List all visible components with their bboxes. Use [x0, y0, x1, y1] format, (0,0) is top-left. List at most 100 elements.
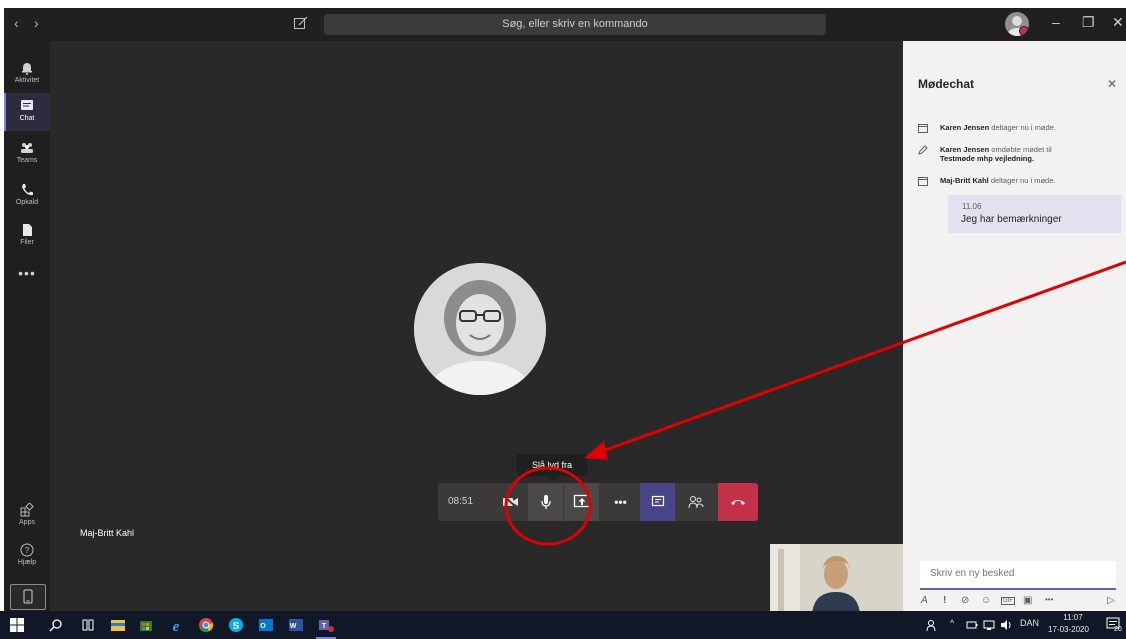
bell-icon	[22, 63, 32, 75]
chat-message[interactable]: 11.06 Jeg har bemærkninger	[948, 195, 1121, 233]
mute-button[interactable]	[528, 483, 563, 521]
self-video-preview	[770, 544, 903, 611]
participant-photo	[414, 263, 546, 395]
download-mobile-app-button[interactable]	[10, 584, 46, 610]
svg-text:W: W	[290, 623, 297, 630]
profile-avatar[interactable]	[1005, 12, 1029, 36]
network-icon[interactable]	[983, 619, 995, 631]
hang-up-button[interactable]	[718, 483, 758, 521]
search-icon[interactable]	[48, 617, 64, 633]
compose-toolbar: A ! ⊘ ☺ GIF ▣ ••• ▷	[921, 595, 1121, 611]
hang-up-icon	[731, 500, 745, 505]
participant-avatar	[414, 263, 546, 395]
apps-icon	[20, 503, 34, 517]
event-actor: Maj-Britt Kahl	[940, 176, 989, 185]
forward-button[interactable]: ›	[34, 15, 39, 31]
rail-label: Chat	[19, 115, 35, 122]
edge-icon[interactable]: e	[168, 617, 184, 633]
rail-item-aktivitet[interactable]: Aktivitet	[4, 55, 50, 93]
task-view-icon[interactable]	[80, 617, 96, 633]
event-text: deltager nu i møde.	[988, 176, 1056, 185]
emoji-icon[interactable]: ☺	[981, 595, 991, 606]
app-rail: Aktivitet Chat Teams Opkald Filer ••• Ap…	[4, 41, 50, 611]
call-controls-bar: 08:51 •••	[438, 483, 758, 521]
meeting-stage: Maj-Britt Kahl Slå lyd fra 08:51 •••	[50, 41, 903, 611]
notification-count-badge: 20	[1114, 626, 1122, 633]
teams-taskbar-icon[interactable]: T	[318, 617, 334, 633]
title-bar: ‹ › Søg, eller skriv en kommando – ❐ ✕	[4, 8, 1126, 41]
show-participants-button[interactable]	[678, 483, 713, 521]
clock-time[interactable]: 11:07	[1058, 613, 1088, 622]
svg-text:O: O	[260, 623, 266, 630]
back-button[interactable]: ‹	[14, 15, 19, 31]
pencil-icon	[918, 145, 928, 155]
rail-label: Apps	[19, 519, 35, 526]
rail-label: Opkald	[15, 199, 39, 206]
more-actions-button[interactable]: •••	[603, 483, 638, 521]
rail-item-opkald[interactable]: Opkald	[4, 177, 50, 215]
event-meeting-name: Testmøde mhp vejledning.	[940, 154, 1035, 163]
microphone-icon	[540, 495, 551, 509]
attach-icon[interactable]: ⊘	[961, 595, 969, 606]
windows-start-icon[interactable]	[10, 618, 24, 632]
skype-icon[interactable]: S	[228, 617, 244, 633]
new-message-field[interactable]	[920, 561, 1116, 590]
close-chat-button[interactable]: ✕	[1107, 77, 1117, 91]
event-text: deltager nu i møde.	[989, 123, 1056, 132]
file-explorer-icon[interactable]	[110, 617, 126, 633]
important-icon[interactable]: !	[943, 595, 946, 606]
chat-pane-title: Mødechat	[918, 77, 975, 91]
send-icon[interactable]: ▷	[1107, 595, 1115, 606]
volume-icon[interactable]	[1000, 619, 1012, 631]
teams-icon	[21, 143, 33, 153]
teams-window: ‹ › Søg, eller skriv en kommando – ❐ ✕ A…	[4, 8, 1126, 611]
message-text: Jeg har bemærkninger	[961, 214, 1062, 225]
more-options-icon[interactable]: •••	[1045, 595, 1053, 604]
chat-bubble-icon	[651, 495, 664, 507]
store-icon[interactable]	[138, 617, 154, 633]
message-time: 11.06	[962, 202, 982, 211]
sticker-icon[interactable]: ▣	[1023, 595, 1032, 606]
rail-item-help[interactable]: ? Hjælp	[4, 537, 50, 575]
share-screen-icon	[573, 494, 590, 508]
event-text: omdøbte mødet til	[989, 145, 1052, 154]
event-actor: Karen Jensen	[940, 123, 990, 132]
share-screen-button[interactable]	[564, 483, 599, 521]
input-language[interactable]: DAN	[1020, 618, 1039, 628]
rail-item-teams[interactable]: Teams	[4, 135, 50, 173]
mute-tooltip: Slå lyd fra	[517, 454, 587, 481]
rail-label: Aktivitet	[14, 77, 40, 84]
battery-icon[interactable]	[966, 619, 978, 631]
svg-text:S: S	[233, 621, 240, 632]
chrome-icon[interactable]	[198, 617, 214, 633]
more-apps-button[interactable]: •••	[4, 265, 50, 281]
outlook-icon[interactable]: O	[258, 617, 274, 633]
show-conversation-button[interactable]	[640, 483, 675, 521]
people-icon[interactable]	[926, 618, 940, 632]
file-icon	[23, 224, 32, 236]
meeting-chat-pane: Mødechat ✕ Karen Jensen deltager nu i mø…	[903, 41, 1126, 611]
rail-item-apps[interactable]: Apps	[4, 497, 50, 535]
search-box[interactable]: Søg, eller skriv en kommando	[324, 14, 826, 35]
help-icon: ?	[20, 543, 34, 557]
close-button[interactable]: ✕	[1112, 14, 1124, 31]
format-icon[interactable]: A	[921, 595, 928, 606]
rail-item-filer[interactable]: Filer	[4, 217, 50, 255]
rail-item-chat[interactable]: Chat	[4, 93, 50, 131]
status-busy-icon	[1019, 26, 1029, 36]
svg-text:T: T	[322, 623, 327, 630]
phone-icon	[22, 184, 33, 196]
gif-icon[interactable]: GIF	[1001, 597, 1015, 605]
participant-name-label: Maj-Britt Kahl	[80, 528, 135, 538]
self-video-image	[770, 544, 903, 611]
maximize-button[interactable]: ❐	[1082, 14, 1095, 31]
clock-date[interactable]: 17-03-2020	[1048, 625, 1089, 634]
word-icon[interactable]: W	[288, 617, 304, 633]
camera-off-icon	[502, 495, 518, 509]
show-hidden-icons-icon[interactable]: ^	[950, 618, 954, 628]
message-input[interactable]	[920, 561, 1110, 586]
calendar-icon	[918, 124, 928, 133]
minimize-button[interactable]: –	[1052, 14, 1060, 30]
new-chat-icon[interactable]	[293, 15, 309, 31]
camera-toggle-button[interactable]	[493, 483, 528, 521]
